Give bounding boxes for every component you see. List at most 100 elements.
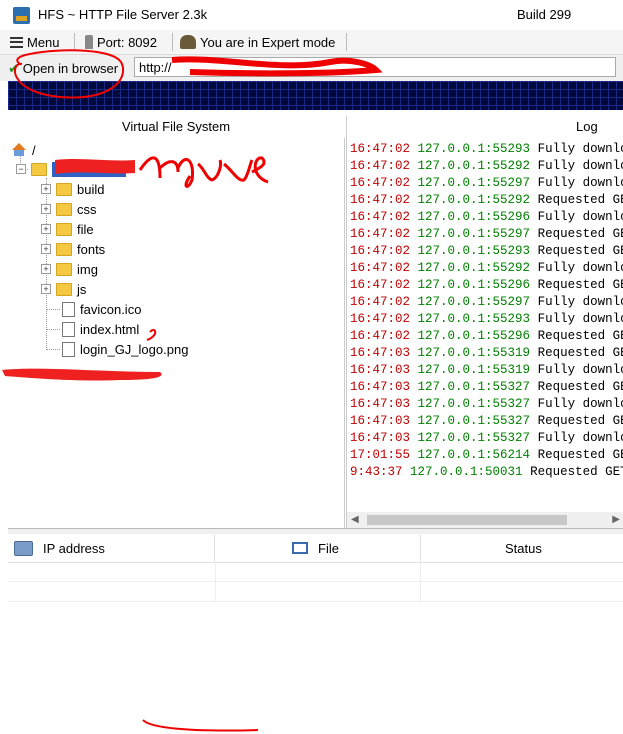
log-time: 16:47:02 xyxy=(350,329,418,343)
url-field[interactable]: http:// xyxy=(134,57,616,77)
log-ip: 127.0.0.1:55297 xyxy=(417,176,531,190)
tree-item-label: css xyxy=(77,201,97,217)
log-time: 16:47:02 xyxy=(350,193,418,207)
log-horizontal-scrollbar[interactable]: ◀ ▶ xyxy=(346,512,623,528)
window-title: HFS ~ HTTP File Server 2.3k xyxy=(38,7,208,22)
tree-root[interactable]: / xyxy=(12,140,36,160)
log-message: Fully download xyxy=(537,363,623,377)
menu-icon xyxy=(10,36,23,48)
tree-item-label: favicon.ico xyxy=(80,301,142,317)
tree-item-build[interactable]: + build xyxy=(41,179,104,199)
scroll-left-icon[interactable]: ◀ xyxy=(351,514,359,525)
mode-button[interactable]: You are in Expert mode xyxy=(180,33,335,51)
expand-icon[interactable]: + xyxy=(41,244,51,254)
expand-icon[interactable]: + xyxy=(41,284,51,294)
log-message: Fully download xyxy=(537,142,623,156)
column-divider xyxy=(420,562,421,602)
column-status-label: Status xyxy=(505,540,542,556)
log-message: Fully download xyxy=(537,261,623,275)
log-time: 16:47:02 xyxy=(350,244,418,258)
vfs-tree[interactable]: / − + build + css + file + fonts + img + js favicon.… xyxy=(8,138,345,528)
tree-root-label: / xyxy=(32,142,36,158)
tree-item-js[interactable]: + js xyxy=(41,279,86,299)
file-icon xyxy=(62,341,75,357)
folder-icon xyxy=(56,222,72,236)
scroll-thumb[interactable] xyxy=(367,515,567,525)
log-time: 16:47:03 xyxy=(350,380,418,394)
tree-item-file[interactable]: + file xyxy=(41,219,94,239)
plug-icon xyxy=(85,35,93,49)
table-row-divider xyxy=(8,601,623,602)
column-file[interactable]: File xyxy=(292,534,339,562)
log-time: 16:47:02 xyxy=(350,261,418,275)
connections-header: IP address File Status xyxy=(8,534,623,563)
log-message: Fully download xyxy=(537,431,623,445)
log-message: Requested GET xyxy=(537,278,623,292)
log-ip: 127.0.0.1:55293 xyxy=(417,142,531,156)
log-panel[interactable]: 16:47:02 127.0.0.1:55293 Fully download1… xyxy=(346,138,623,512)
log-line: 16:47:02 127.0.0.1:55292 Requested GET xyxy=(350,193,623,207)
log-time: 16:47:02 xyxy=(350,278,418,292)
log-ip: 127.0.0.1:55327 xyxy=(417,380,531,394)
url-bar: ✔ Open in browser http:// xyxy=(0,55,623,81)
log-message: Requested GET xyxy=(537,448,623,462)
menu-button[interactable]: Menu xyxy=(10,33,60,51)
build-number: Build 299 xyxy=(517,7,572,22)
tree-item-label: index.html xyxy=(80,321,140,337)
tree-item-css[interactable]: + css xyxy=(41,199,97,219)
column-ip-address[interactable]: IP address xyxy=(14,534,105,562)
log-line: 16:47:02 127.0.0.1:55297 Fully download xyxy=(350,176,623,190)
scribble-underline xyxy=(142,719,259,732)
shared-folder-label xyxy=(52,161,126,177)
expand-icon[interactable]: + xyxy=(41,204,51,214)
expand-icon[interactable]: + xyxy=(41,184,51,194)
log-time: 16:47:02 xyxy=(350,312,418,326)
log-time: 16:47:02 xyxy=(350,142,418,156)
log-ip: 127.0.0.1:55293 xyxy=(417,312,531,326)
log-line: 16:47:02 127.0.0.1:55293 Fully download xyxy=(350,142,623,156)
folder-icon xyxy=(56,182,72,196)
log-line: 16:47:03 127.0.0.1:55327 Requested GET xyxy=(350,380,623,394)
tree-item-img[interactable]: + img xyxy=(41,259,98,279)
log-time: 16:47:03 xyxy=(350,414,418,428)
column-separator xyxy=(214,534,215,562)
folder-icon xyxy=(56,282,72,296)
log-line: 9:43:37 127.0.0.1:50031 Requested GET / xyxy=(350,465,623,479)
log-ip: 127.0.0.1:55292 xyxy=(417,193,531,207)
tree-item-favicon-ico[interactable]: favicon.ico xyxy=(62,299,141,319)
log-ip: 127.0.0.1:55297 xyxy=(417,227,531,241)
open-in-browser-label: Open in browser xyxy=(22,60,119,76)
log-message: Requested GET xyxy=(537,227,623,241)
log-time: 16:47:02 xyxy=(350,176,418,190)
checkmark-icon: ✔ xyxy=(8,59,20,76)
log-line: 16:47:02 127.0.0.1:55296 Fully download xyxy=(350,210,623,224)
log-line: 16:47:03 127.0.0.1:55319 Fully download xyxy=(350,363,623,377)
log-line: 16:47:02 127.0.0.1:55293 Fully download xyxy=(350,312,623,326)
log-message: Requested GET xyxy=(537,346,623,360)
open-in-browser-button[interactable]: ✔ Open in browser xyxy=(8,57,128,79)
tree-item-fonts[interactable]: + fonts xyxy=(41,239,105,259)
file-icon xyxy=(62,301,75,317)
window-icon xyxy=(292,542,308,554)
log-ip: 127.0.0.1:55296 xyxy=(417,278,531,292)
hfs-app-icon xyxy=(13,7,30,24)
toolbar-separator xyxy=(172,33,173,51)
port-button[interactable]: Port: 8092 xyxy=(85,33,157,51)
scroll-right-icon[interactable]: ▶ xyxy=(612,514,620,525)
tree-item-index-html[interactable]: index.html xyxy=(62,319,139,339)
tree-shared-folder[interactable]: − xyxy=(16,159,126,179)
log-ip: 127.0.0.1:55327 xyxy=(417,414,531,428)
expand-icon[interactable]: + xyxy=(41,264,51,274)
log-line: 16:47:02 127.0.0.1:55296 Requested GET xyxy=(350,278,623,292)
tree-item-login-gj-logo-png[interactable]: login_GJ_logo.png xyxy=(62,339,188,359)
log-line: 16:47:03 127.0.0.1:55327 Requested GET xyxy=(350,414,623,428)
column-status[interactable]: Status xyxy=(505,534,542,562)
log-time: 16:47:02 xyxy=(350,227,418,241)
expand-icon[interactable]: + xyxy=(41,224,51,234)
log-time: 16:47:03 xyxy=(350,346,418,360)
toolbar-separator xyxy=(74,33,75,51)
log-line: 16:47:02 127.0.0.1:55292 Fully download xyxy=(350,261,623,275)
log-message: Fully download xyxy=(537,295,623,309)
title-bar: HFS ~ HTTP File Server 2.3k Build 299 xyxy=(0,0,623,30)
log-ip: 127.0.0.1:55292 xyxy=(417,261,531,275)
